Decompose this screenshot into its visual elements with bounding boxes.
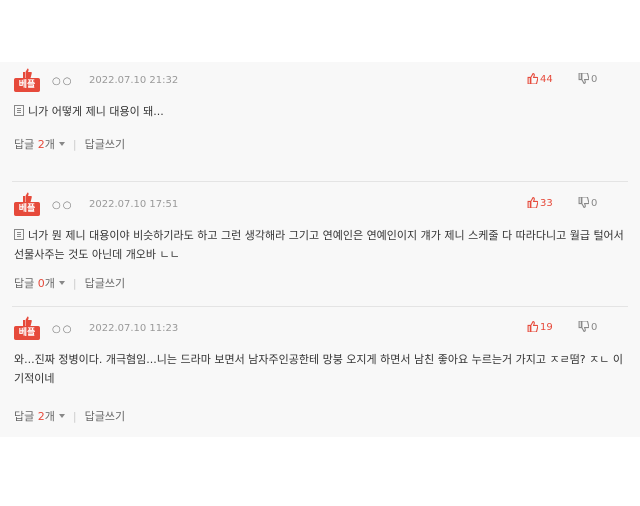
reply-unit: 개 — [44, 138, 55, 151]
thumbs-down-icon — [578, 321, 589, 332]
comment-date: 2022.07.10 11:23 — [89, 323, 179, 334]
comment-body: 니가 어떻게 제니 대용이 돼... — [14, 102, 626, 121]
comment-body: 너가 뭔 제니 대용이야 비슷하기라도 하고 그런 생각해라 그기고 연예인은 … — [14, 226, 626, 264]
like-button[interactable]: 44 — [527, 73, 553, 85]
reply-unit: 개 — [44, 410, 55, 423]
thumbs-up-icon — [23, 68, 32, 78]
best-label: 베플 — [14, 202, 40, 216]
comment-text: 와...진짜 정병이다. 개극혐임...니는 드라마 보면서 남자주인공한테 망… — [14, 353, 623, 385]
best-comment-badge: 베플 — [14, 192, 40, 218]
dislike-button[interactable]: 0 — [578, 321, 597, 333]
like-button[interactable]: 33 — [527, 197, 553, 209]
reply-label: 답글 — [14, 410, 35, 423]
comment-text: 니가 어떻게 제니 대용이 돼... — [28, 105, 164, 118]
comment-actions: 답글 2개 | 답글쓰기 — [14, 136, 125, 152]
comment-item: 베플 ○○ 2022.07.10 21:32 44 0 니가 어떻게 제니 대용… — [0, 62, 640, 186]
best-label: 베플 — [14, 326, 40, 340]
thumbs-down-icon — [578, 197, 589, 208]
like-button[interactable]: 19 — [527, 321, 553, 333]
action-separator: | — [72, 277, 77, 290]
thumbs-up-icon — [23, 192, 32, 202]
dislike-button[interactable]: 0 — [578, 197, 597, 209]
caret-down-icon — [58, 142, 65, 146]
thumbs-up-icon — [527, 73, 538, 84]
best-comment-badge: 베플 — [14, 316, 40, 342]
comment-actions: 답글 2개 | 답글쓰기 — [14, 408, 125, 424]
comment-date: 2022.07.10 21:32 — [89, 75, 179, 86]
reply-label: 답글 — [14, 138, 35, 151]
write-reply-button[interactable]: 답글쓰기 — [85, 410, 125, 423]
like-count: 44 — [540, 73, 553, 85]
thumbs-up-icon — [527, 321, 538, 332]
dislike-count: 0 — [591, 321, 598, 333]
reply-label: 답글 — [14, 277, 35, 290]
comment-actions: 답글 0개 | 답글쓰기 — [14, 275, 125, 291]
author-nickname[interactable]: ○○ — [52, 200, 73, 211]
reply-count: 2 — [37, 138, 45, 151]
thumbs-down-icon — [578, 73, 589, 84]
thumbs-up-icon — [23, 316, 32, 326]
caret-down-icon — [58, 281, 65, 285]
document-icon — [14, 105, 24, 116]
dislike-count: 0 — [591, 197, 598, 209]
reply-unit: 개 — [44, 277, 55, 290]
reply-count: 2 — [37, 410, 45, 423]
like-count: 33 — [540, 197, 553, 209]
like-count: 19 — [540, 321, 553, 333]
comment-item: 베플 ○○ 2022.07.10 17:51 33 0 너가 뭔 제니 대용이야… — [0, 186, 640, 310]
caret-down-icon — [58, 414, 65, 418]
replies-toggle[interactable]: 답글 2개 — [14, 138, 65, 151]
dislike-count: 0 — [591, 73, 598, 85]
document-icon — [14, 229, 24, 240]
action-separator: | — [72, 410, 77, 423]
author-nickname[interactable]: ○○ — [52, 324, 73, 335]
best-label: 베플 — [14, 78, 40, 92]
dislike-button[interactable]: 0 — [578, 73, 597, 85]
comment-body: 와...진짜 정병이다. 개극혐임...니는 드라마 보면서 남자주인공한테 망… — [14, 350, 626, 388]
comment-text: 너가 뭔 제니 대용이야 비슷하기라도 하고 그런 생각해라 그기고 연예인은 … — [14, 229, 628, 261]
comment-divider — [12, 306, 628, 307]
comment-divider — [12, 181, 628, 182]
comment-item: 베플 ○○ 2022.07.10 11:23 19 0 와...진짜 정병이다.… — [0, 310, 640, 434]
comment-date: 2022.07.10 17:51 — [89, 199, 179, 210]
reply-count: 0 — [37, 277, 45, 290]
write-reply-button[interactable]: 답글쓰기 — [85, 138, 125, 151]
thumbs-up-icon — [527, 197, 538, 208]
replies-toggle[interactable]: 답글 0개 — [14, 277, 65, 290]
best-comment-badge: 베플 — [14, 68, 40, 94]
replies-toggle[interactable]: 답글 2개 — [14, 410, 65, 423]
write-reply-button[interactable]: 답글쓰기 — [85, 277, 125, 290]
action-separator: | — [72, 138, 77, 151]
author-nickname[interactable]: ○○ — [52, 76, 73, 87]
